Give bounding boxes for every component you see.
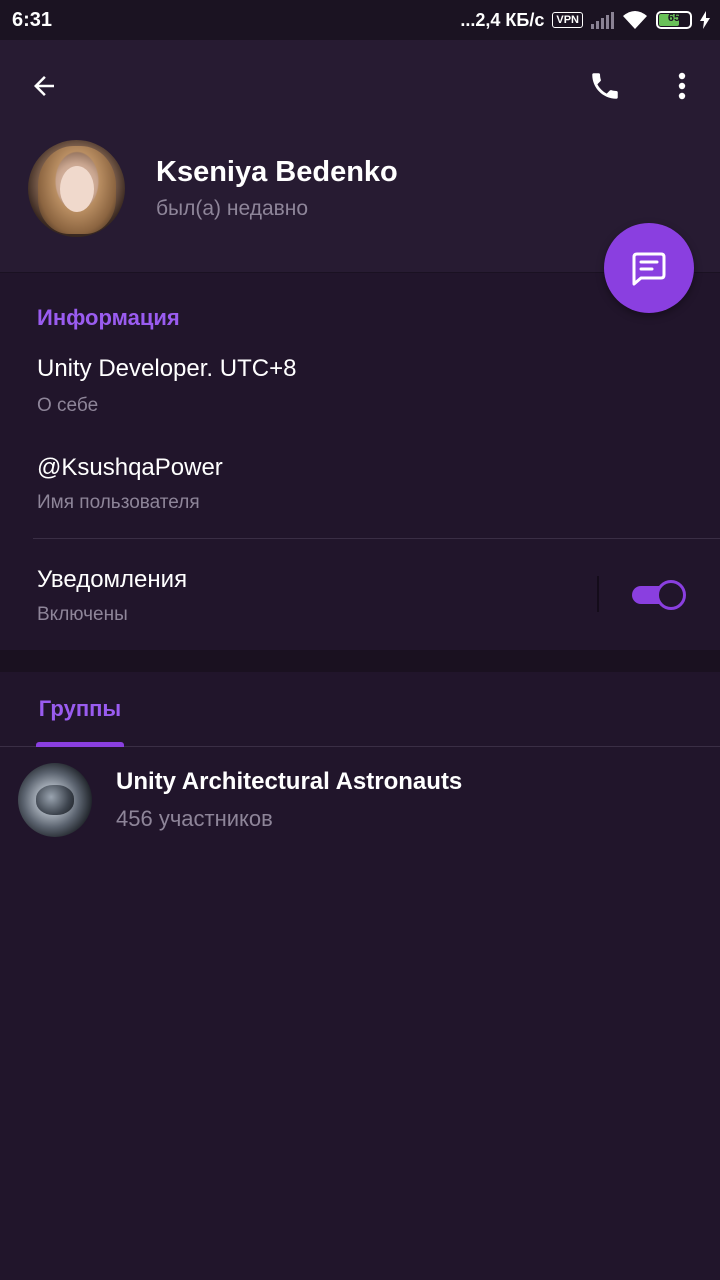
info-section-title: Информация: [37, 305, 180, 330]
status-bar: 6:31 ...2,4 КБ/с VPN 65: [0, 0, 720, 40]
tab-groups-label: Группы: [38, 695, 122, 721]
phone-icon: [592, 73, 618, 99]
notifications-status: Включены: [37, 604, 128, 625]
signal-icon: [591, 11, 614, 29]
group-name: Unity Architectural Astronauts: [116, 768, 463, 795]
profile-header: Kseniya Bedenko был(а) недавно: [0, 40, 720, 272]
notifications-title[interactable]: Уведомления: [37, 566, 187, 594]
tab-groups[interactable]: Группы: [36, 672, 124, 747]
group-members-count: 456 участников: [116, 806, 273, 831]
battery-level: 65: [667, 12, 681, 24]
divider: [33, 538, 720, 539]
profile-last-seen: был(а) недавно: [156, 197, 309, 220]
section-separator: [0, 650, 720, 672]
status-time: 6:31: [12, 8, 53, 31]
arrow-left-icon: [34, 76, 54, 96]
tab-bar: Группы: [0, 672, 720, 747]
bio-label: О себе: [37, 395, 99, 416]
username-value[interactable]: @KsushqaPower: [37, 454, 223, 482]
vertical-divider: [597, 576, 599, 612]
send-message-button[interactable]: [604, 223, 694, 313]
more-vertical-icon: [678, 72, 686, 100]
notifications-toggle[interactable]: [630, 580, 686, 610]
status-indicators: ...2,4 КБ/с VPN 65: [460, 0, 710, 40]
profile-name: Kseniya Bedenko: [156, 156, 398, 188]
tab-indicator: [36, 742, 124, 747]
vpn-badge: VPN: [552, 12, 583, 28]
wifi-icon: [623, 11, 647, 29]
username-label: Имя пользователя: [37, 492, 200, 513]
bio-value[interactable]: Unity Developer. UTC+8: [37, 355, 296, 383]
info-section: Информация Unity Developer. UTC+8 О себе…: [0, 272, 720, 650]
group-avatar: [18, 763, 92, 837]
profile-avatar[interactable]: [28, 140, 125, 237]
message-icon: [632, 252, 666, 286]
network-speed: ...2,4 КБ/с: [460, 9, 545, 30]
call-button[interactable]: [577, 58, 633, 114]
more-options-button[interactable]: [654, 58, 710, 114]
battery-icon: 65: [656, 11, 692, 29]
back-button[interactable]: [16, 58, 72, 114]
charging-icon: [700, 11, 710, 29]
list-item[interactable]: Unity Architectural Astronauts 456 участ…: [0, 748, 720, 844]
